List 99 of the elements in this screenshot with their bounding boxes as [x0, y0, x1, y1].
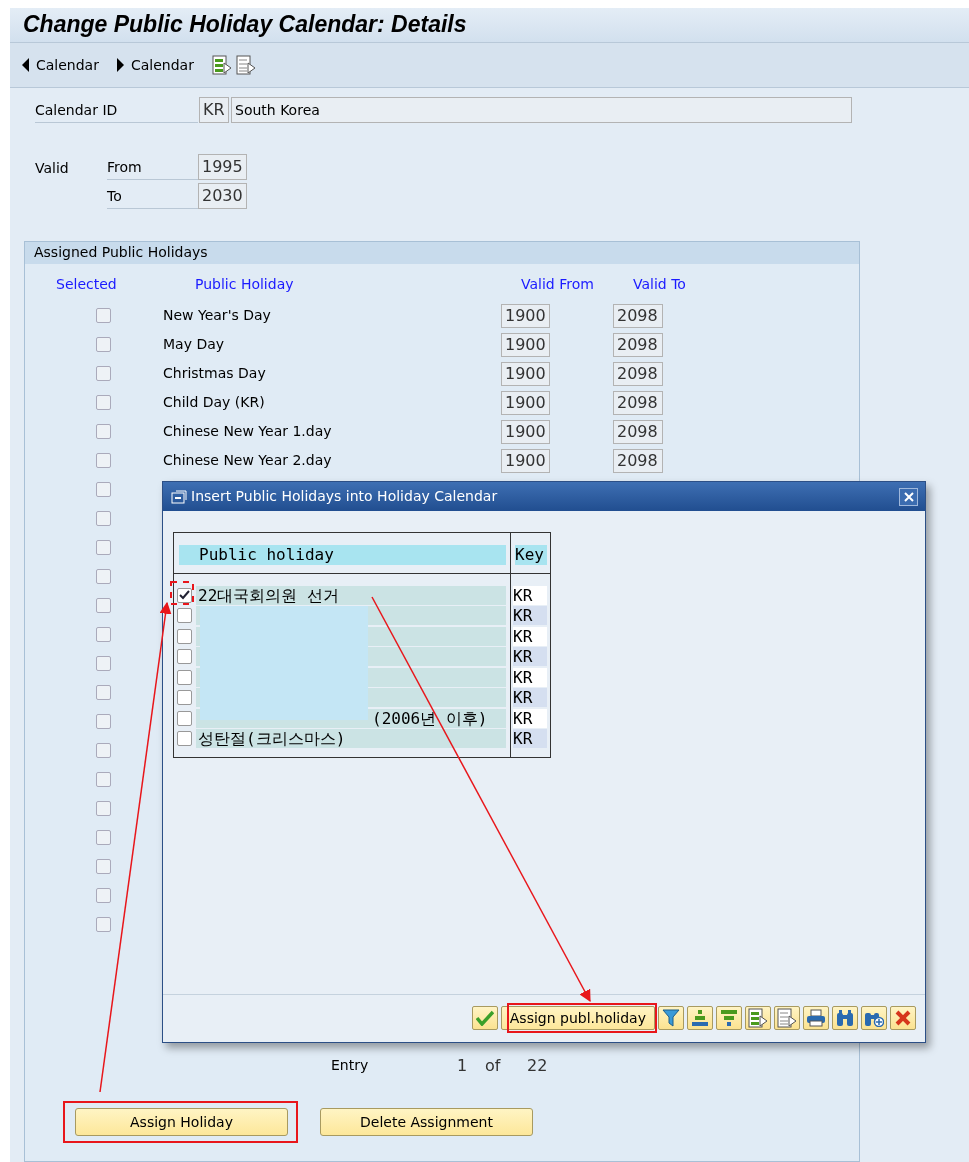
checkbox[interactable] — [177, 690, 192, 706]
document-arrow-button[interactable] — [774, 1006, 800, 1030]
toolbar-button[interactable]: Calendar — [116, 54, 194, 76]
holiday-name: New Year's Day — [163, 306, 272, 325]
holiday-name: Child Day (KR) — [163, 393, 266, 412]
arrow-left-icon — [22, 58, 30, 72]
binoculars-button[interactable] — [832, 1006, 858, 1030]
column-header: Key — [515, 545, 547, 565]
checkmark-button[interactable] — [471, 1006, 498, 1030]
pager-label: Entry — [331, 1056, 369, 1075]
dialog-icon — [171, 489, 187, 504]
checkbox[interactable] — [96, 482, 111, 497]
checkbox[interactable] — [96, 917, 111, 932]
year-field: 2030 — [198, 183, 247, 209]
holiday-name: 22대국회의원 선거 — [196, 585, 506, 605]
column-header: Valid To — [633, 274, 687, 294]
arrow-right-icon — [116, 58, 125, 72]
column-header: Public holiday — [179, 545, 506, 565]
checkbox[interactable] — [96, 627, 111, 642]
key-cell: KR — [513, 585, 547, 605]
checkbox[interactable] — [96, 685, 111, 700]
year-field: 2098 — [613, 361, 663, 386]
holiday-name: May Day — [163, 335, 226, 354]
toolbar-button[interactable]: Calendar — [22, 54, 99, 76]
checkbox[interactable] — [96, 540, 111, 555]
delete-assignment-button[interactable]: Delete Assignment — [320, 1108, 533, 1136]
year-field: 2098 — [613, 419, 663, 444]
document-arrow-icon[interactable] — [235, 55, 256, 75]
panel-title: Assigned Public Holidays — [25, 242, 859, 264]
document-export-button[interactable] — [745, 1006, 771, 1030]
printer-button[interactable] — [803, 1006, 829, 1030]
checkbox[interactable] — [96, 772, 111, 787]
year-field: 1900 — [501, 361, 550, 386]
checkbox[interactable] — [96, 569, 111, 584]
checkbox[interactable] — [96, 337, 111, 352]
year-field: 1995 — [198, 154, 247, 180]
holiday-name: Chinese New Year 2.day — [163, 451, 333, 470]
checkbox[interactable] — [177, 608, 192, 624]
checkbox[interactable] — [96, 395, 111, 410]
field-label: Calendar ID — [35, 97, 198, 123]
year-field: 1900 — [501, 448, 550, 473]
highlight-frame — [170, 581, 194, 605]
checkbox[interactable] — [177, 587, 192, 603]
checkbox[interactable] — [177, 731, 192, 747]
pager-current: 1 — [457, 1055, 468, 1077]
checkbox[interactable] — [96, 453, 111, 468]
field-label: Valid — [35, 159, 69, 178]
assign-button[interactable]: Assign publ.holiday — [500, 1006, 655, 1030]
document-export-icon[interactable] — [211, 55, 232, 75]
key-cell: KR — [513, 667, 547, 687]
checkbox[interactable] — [96, 511, 111, 526]
filter-button[interactable] — [658, 1006, 684, 1030]
pager-of: of — [485, 1055, 501, 1077]
name-field: South Korea — [231, 97, 852, 123]
holiday-name: Chinese New Year 1.day — [163, 422, 333, 441]
pager-total: 22 — [527, 1055, 548, 1077]
assign-holiday-button[interactable]: Assign Holiday — [75, 1108, 288, 1136]
sort-ascending-button[interactable] — [687, 1006, 713, 1030]
year-field: 2098 — [613, 303, 663, 328]
binoculars-plus-button[interactable] — [861, 1006, 887, 1030]
year-field: 2098 — [613, 390, 663, 415]
checkbox[interactable] — [96, 598, 111, 613]
key-cell: KR — [513, 606, 547, 626]
checkbox[interactable] — [96, 859, 111, 874]
close-icon — [903, 492, 914, 502]
checkbox[interactable] — [177, 628, 192, 644]
close-button[interactable] — [890, 1006, 916, 1030]
checkbox[interactable] — [177, 710, 192, 726]
checkbox[interactable] — [96, 714, 111, 729]
dialog-title: Insert Public Holidays into Holiday Calendar — [191, 487, 498, 506]
sort-descending-button[interactable] — [716, 1006, 742, 1030]
key-cell: KR — [513, 708, 547, 728]
checkbox[interactable] — [177, 649, 192, 665]
checkbox[interactable] — [96, 424, 111, 439]
key-cell: KR — [513, 688, 547, 708]
checkbox[interactable] — [96, 888, 111, 903]
year-field: 1900 — [501, 390, 550, 415]
holiday-name: 성탄절(크리스마스) — [196, 729, 506, 749]
year-field: 1900 — [501, 303, 550, 328]
column-header: Valid From — [521, 274, 595, 294]
column-header: Public Holiday — [195, 274, 295, 294]
holiday-name: Christmas Day — [163, 364, 267, 383]
year-field: 2098 — [613, 332, 663, 357]
year-field: 1900 — [501, 419, 550, 444]
column-header: Selected — [56, 274, 118, 294]
key-cell: KR — [513, 626, 547, 646]
checkbox[interactable] — [96, 366, 111, 381]
checkbox[interactable] — [96, 308, 111, 323]
checkbox[interactable] — [96, 830, 111, 845]
year-field: 2098 — [613, 448, 663, 473]
checkbox[interactable] — [96, 656, 111, 671]
year-field: 1900 — [501, 332, 550, 357]
code-field: KR — [199, 97, 229, 123]
checkbox[interactable] — [177, 669, 192, 685]
checkbox[interactable] — [96, 801, 111, 816]
checkbox[interactable] — [96, 743, 111, 758]
key-cell: KR — [513, 729, 547, 749]
close-button[interactable] — [899, 488, 918, 506]
key-cell: KR — [513, 647, 547, 667]
